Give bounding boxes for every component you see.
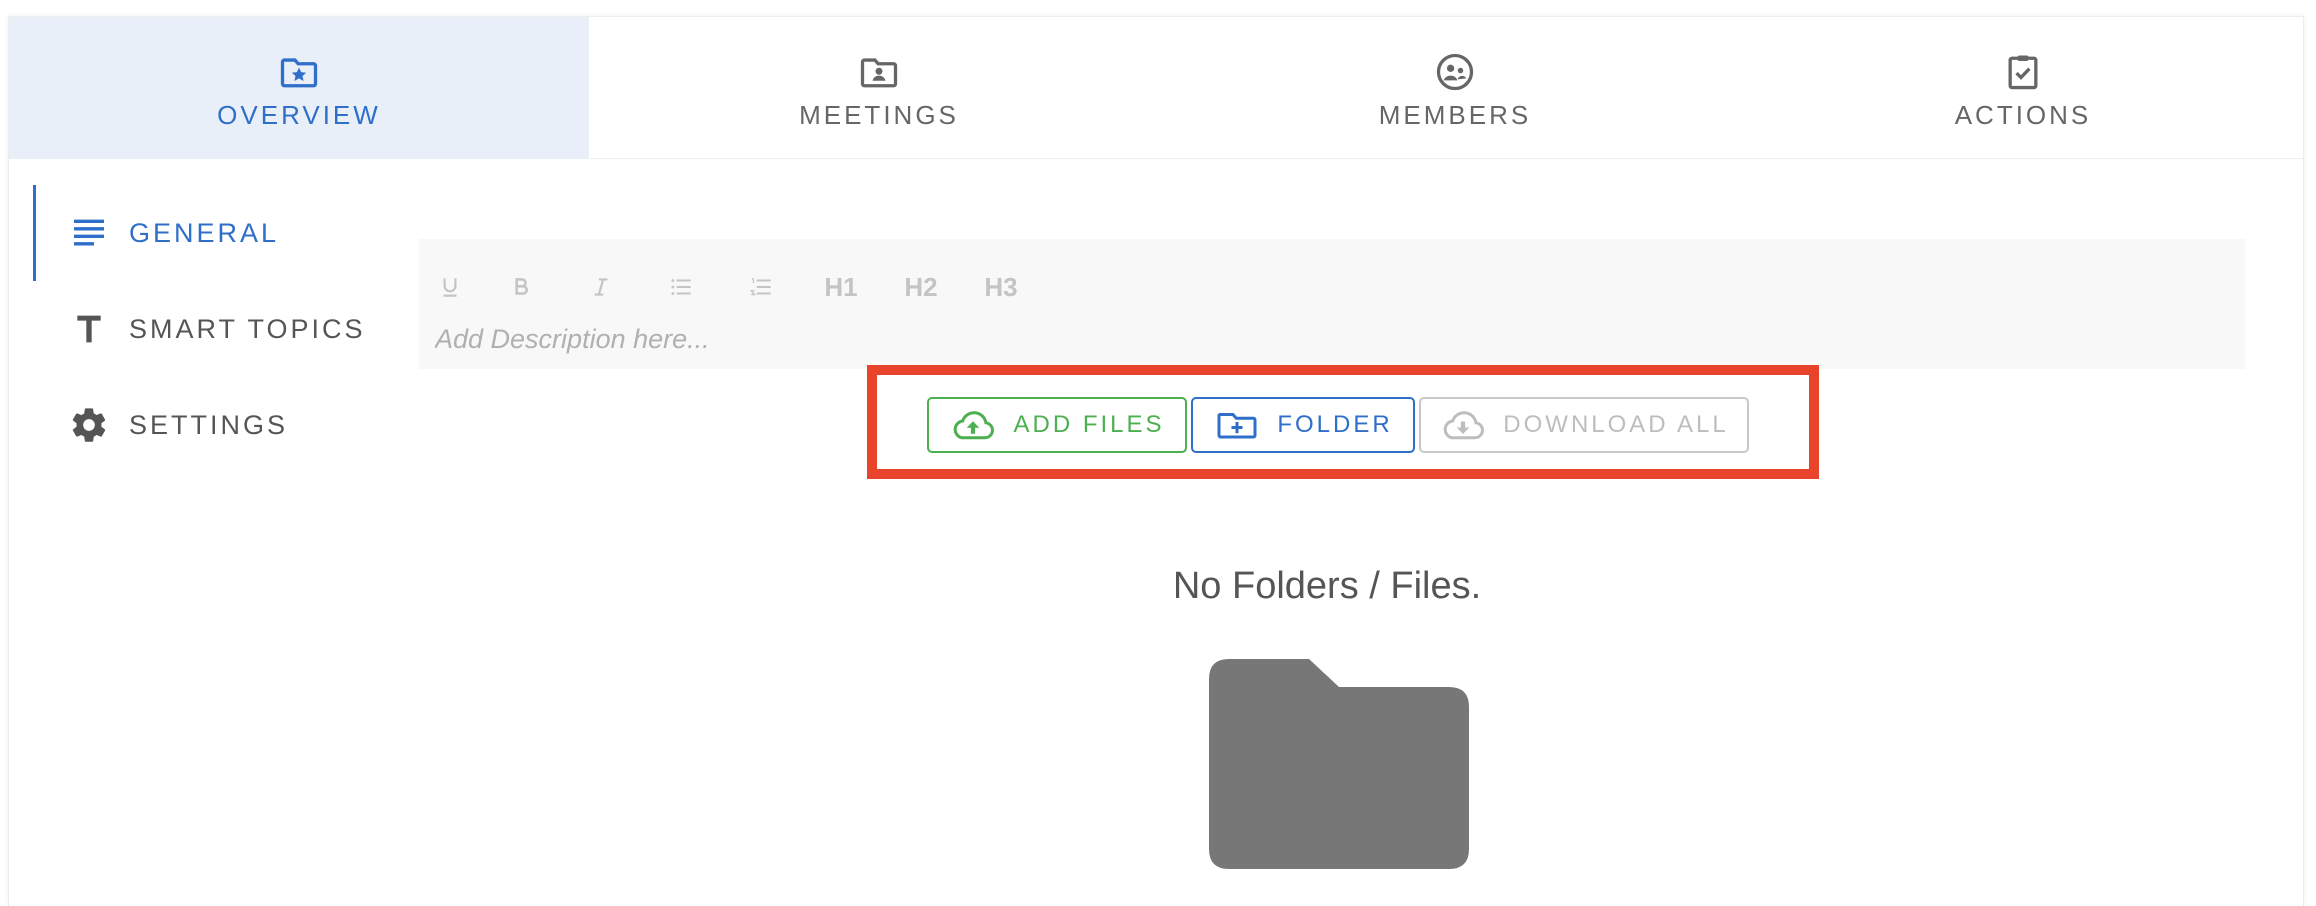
tab-meetings[interactable]: MEETINGS bbox=[589, 17, 1169, 159]
underline-button[interactable] bbox=[437, 269, 481, 305]
sidenav-item-general[interactable]: GENERAL bbox=[9, 185, 409, 281]
tab-label: ACTIONS bbox=[1954, 99, 2092, 130]
heading1-button[interactable]: H1 bbox=[801, 269, 881, 305]
gear-icon bbox=[72, 408, 106, 442]
tab-members[interactable]: MEMBERS bbox=[1169, 17, 1741, 159]
new-folder-button[interactable]: FOLDER bbox=[1191, 397, 1415, 453]
italic-icon bbox=[594, 278, 608, 296]
cloud-upload-icon bbox=[954, 411, 995, 440]
heading3-button[interactable]: H3 bbox=[961, 269, 1041, 305]
folder-label: FOLDER bbox=[1277, 411, 1393, 438]
sidenav-item-label: SETTINGS bbox=[129, 409, 289, 440]
folder-account-icon bbox=[860, 57, 898, 87]
underline-icon bbox=[443, 278, 457, 297]
editor-toolbar: H1 H2 H3 bbox=[437, 269, 1041, 305]
italic-button[interactable] bbox=[561, 269, 641, 305]
text-lines-icon bbox=[74, 219, 104, 246]
bold-icon bbox=[515, 278, 529, 295]
numbered-list-icon bbox=[749, 278, 771, 296]
bullet-list-button[interactable] bbox=[641, 269, 721, 305]
bullet-list-icon bbox=[671, 279, 691, 295]
sidenav-item-label: SMART TOPICS bbox=[129, 313, 366, 344]
add-files-label: ADD FILES bbox=[1013, 411, 1165, 438]
tab-overview[interactable]: OVERVIEW bbox=[9, 17, 589, 159]
tab-label: MEMBERS bbox=[1378, 99, 1532, 130]
account-group-icon bbox=[1436, 53, 1474, 90]
add-files-button[interactable]: ADD FILES bbox=[927, 397, 1187, 453]
numbered-list-button[interactable] bbox=[721, 269, 801, 305]
heading2-button[interactable]: H2 bbox=[881, 269, 961, 305]
download-all-button[interactable]: DOWNLOAD ALL bbox=[1419, 397, 1749, 453]
sidenav-item-settings[interactable]: SETTINGS bbox=[9, 377, 409, 473]
sidenav-item-label: GENERAL bbox=[129, 217, 280, 248]
letter-t-icon bbox=[77, 315, 101, 343]
description-editor: H1 H2 H3 bbox=[419, 239, 2245, 369]
side-navigation: GENERAL SMART TOPICS SETTINGS bbox=[9, 185, 409, 473]
tab-label: MEETINGS bbox=[799, 99, 959, 130]
description-input[interactable] bbox=[435, 321, 2215, 357]
top-tabs: OVERVIEW MEETINGS MEMBERS ACTIONS bbox=[9, 17, 2305, 159]
bold-button[interactable] bbox=[481, 269, 561, 305]
sidenav-item-smart-topics[interactable]: SMART TOPICS bbox=[9, 281, 409, 377]
empty-state-message: No Folders / Files. bbox=[1172, 565, 1482, 607]
folder-star-icon bbox=[280, 57, 318, 87]
folder-plus-icon bbox=[1217, 413, 1257, 439]
tab-actions[interactable]: ACTIONS bbox=[1741, 17, 2305, 159]
project-card: OVERVIEW MEETINGS MEMBERS ACTIONS GENERA… bbox=[8, 16, 2305, 906]
tab-label: OVERVIEW bbox=[217, 99, 381, 130]
cloud-download-icon bbox=[1443, 411, 1485, 440]
folder-icon bbox=[1209, 659, 1469, 869]
download-all-label: DOWNLOAD ALL bbox=[1503, 411, 1729, 438]
clipboard-check-icon bbox=[2008, 55, 2038, 89]
